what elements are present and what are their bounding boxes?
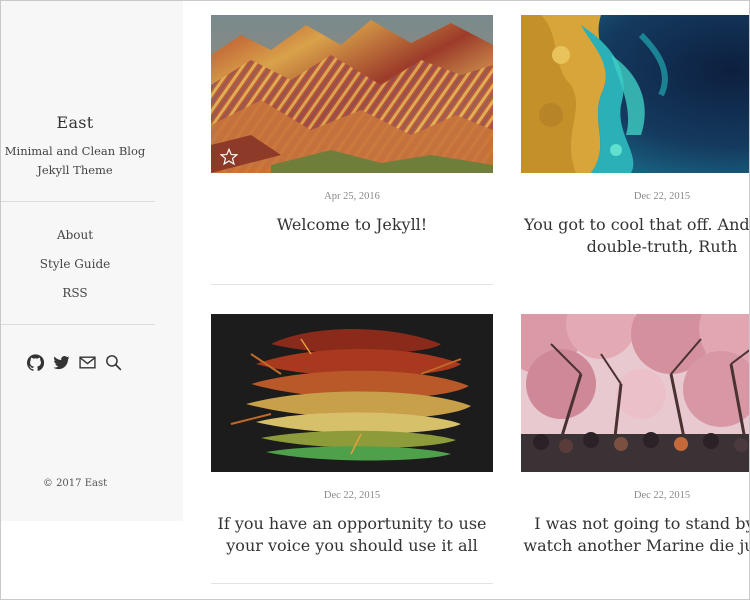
site-description-line-1: Minimal and Clean Blog	[4, 144, 146, 158]
post-card: Dec 22, 2015 If you have an opportunity …	[211, 314, 493, 584]
nav-item-rss[interactable]: RSS	[0, 284, 150, 313]
copyright: © 2017 East	[42, 478, 108, 489]
post-thumbnail[interactable]	[521, 15, 750, 173]
site-description: Minimal and Clean Blog Jekyll Theme	[0, 142, 150, 180]
aerial-coastline-image	[521, 15, 750, 173]
post-card: Dec 22, 2015 You got to cool that off. A…	[521, 15, 750, 258]
post-divider	[211, 583, 493, 584]
sidebar-divider-bottom	[0, 324, 155, 325]
post-card: Dec 22, 2015 I was not going to stand by…	[521, 314, 750, 557]
post-date: Dec 22, 2015	[633, 490, 691, 501]
github-icon[interactable]	[27, 354, 44, 371]
post-thumbnail[interactable]	[521, 314, 750, 472]
post-title[interactable]: If you have an opportunity to use your v…	[211, 513, 493, 557]
rainbow-mountains-image	[211, 15, 493, 173]
site-description-line-2: Jekyll Theme	[37, 163, 113, 177]
social-links	[27, 354, 122, 371]
post-title[interactable]: Welcome to Jekyll!	[211, 214, 493, 236]
search-icon[interactable]	[105, 354, 122, 371]
sidebar-divider-top	[0, 201, 155, 202]
post-card: Apr 25, 2016 Welcome to Jekyll!	[211, 15, 493, 285]
post-date: Dec 22, 2015	[323, 490, 381, 501]
post-thumbnail[interactable]	[211, 314, 493, 472]
sidebar-nav: About Style Guide RSS	[0, 226, 150, 313]
post-divider	[211, 284, 493, 285]
layered-leaves-image	[211, 314, 493, 472]
sidebar: East Minimal and Clean Blog Jekyll Theme…	[0, 0, 183, 521]
site-title[interactable]: East	[0, 113, 150, 132]
post-title[interactable]: I was not going to stand by and watch an…	[521, 513, 750, 557]
post-thumbnail[interactable]	[211, 15, 493, 173]
post-date: Apr 25, 2016	[324, 191, 380, 202]
post-date: Dec 22, 2015	[633, 191, 691, 202]
mail-icon[interactable]	[79, 354, 96, 371]
post-title[interactable]: You got to cool that off. And that's dou…	[521, 214, 750, 258]
featured-star-icon	[220, 148, 238, 166]
cherry-blossom-street-image	[521, 314, 750, 472]
nav-item-about[interactable]: About	[0, 226, 150, 255]
twitter-icon[interactable]	[53, 354, 70, 371]
nav-item-style-guide[interactable]: Style Guide	[0, 255, 150, 284]
